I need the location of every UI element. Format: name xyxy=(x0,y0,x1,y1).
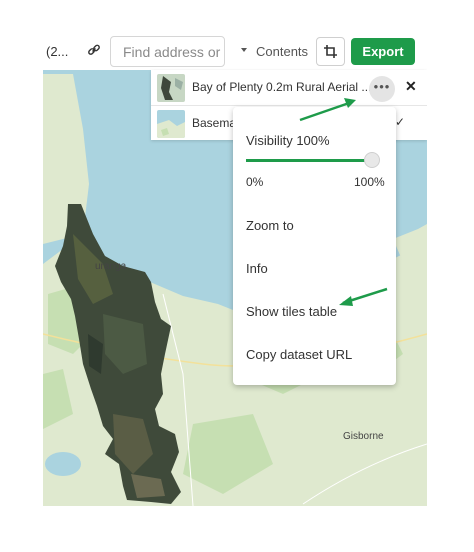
crop-button[interactable] xyxy=(316,37,345,66)
slider-max-label: 100% xyxy=(354,175,385,189)
layer-thumbnail xyxy=(157,74,185,102)
check-icon[interactable]: ✓ xyxy=(395,115,405,129)
export-button[interactable]: Export xyxy=(351,38,415,65)
caret-down-icon xyxy=(241,48,247,52)
truncated-title: (2... xyxy=(46,44,69,59)
menu-item-copy-dataset-url[interactable]: Copy dataset URL xyxy=(246,347,352,362)
visibility-slider-handle[interactable] xyxy=(364,152,380,168)
link-icon[interactable] xyxy=(87,43,101,62)
close-icon[interactable]: ✕ xyxy=(405,78,417,95)
visibility-label: Visibility 100% xyxy=(246,133,330,148)
annotation-arrow-icon xyxy=(299,98,356,122)
search-input[interactable]: Find address or xyxy=(110,36,225,67)
top-toolbar: (2... Find address or Contents Export xyxy=(43,34,427,70)
menu-item-zoom-to[interactable]: Zoom to xyxy=(246,218,294,233)
menu-item-info[interactable]: Info xyxy=(246,261,268,276)
menu-item-show-tiles-table[interactable]: Show tiles table xyxy=(246,304,337,319)
crop-icon xyxy=(324,45,337,58)
layer-name: Bay of Plenty 0.2m Rural Aerial ... xyxy=(192,80,372,94)
slider-min-label: 0% xyxy=(246,175,264,189)
map-town-label: uranga xyxy=(95,261,127,272)
app-frame: uranga Gisborne (2... Find address or Co… xyxy=(43,34,427,506)
map-city-label: Gisborne xyxy=(343,431,384,442)
layer-options-menu: Visibility 100% 0% 100% Zoom to Info Sho… xyxy=(233,107,396,385)
more-horizontal-icon: ••• xyxy=(373,79,391,94)
layer-row-aerial[interactable]: Bay of Plenty 0.2m Rural Aerial ... ••• … xyxy=(151,70,427,105)
layer-name: Basema xyxy=(192,116,237,130)
contents-toggle[interactable]: Contents xyxy=(256,44,308,59)
annotation-arrow-icon xyxy=(339,287,388,306)
layer-thumbnail xyxy=(157,110,185,138)
search-placeholder: Find address or xyxy=(123,44,221,60)
visibility-slider-track[interactable] xyxy=(246,159,371,162)
more-options-button[interactable]: ••• xyxy=(369,76,395,102)
